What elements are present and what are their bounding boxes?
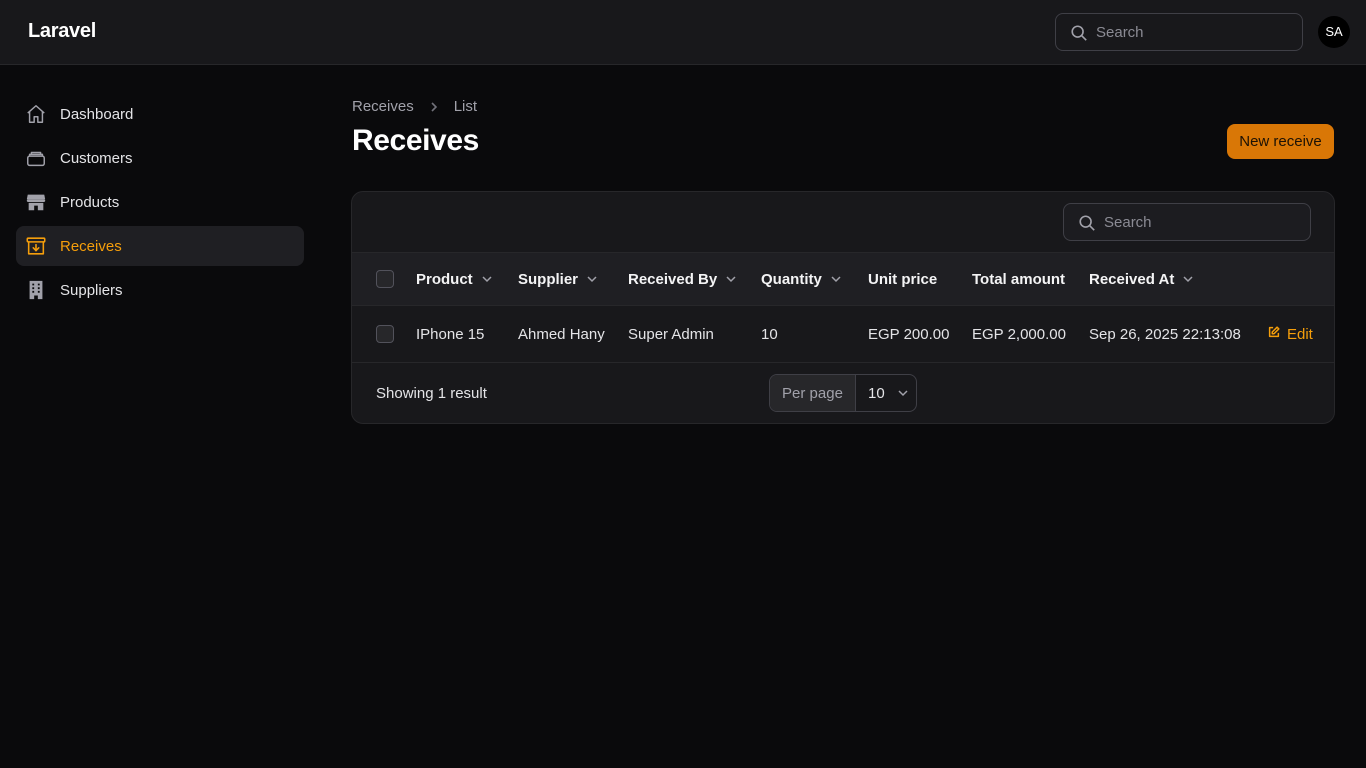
edit-button[interactable]: Edit [1267,325,1313,343]
column-label: Received At [1089,270,1175,288]
storefront-icon [24,190,48,214]
column-header-received-at[interactable]: Received At [1089,253,1194,305]
chevron-down-icon [1182,273,1194,285]
sidebar-item-dashboard[interactable]: Dashboard [16,94,304,134]
row-checkbox[interactable] [376,325,394,343]
sidebar: Dashboard Customers Products Receives Su… [16,94,304,314]
stack-icon [24,146,48,170]
avatar[interactable]: SA [1318,16,1350,48]
column-header-quantity[interactable]: Quantity [761,253,842,305]
sidebar-item-label: Dashboard [60,105,134,123]
page-title: Receives [352,124,479,157]
sidebar-item-label: Products [60,193,120,211]
sidebar-item-products[interactable]: Products [16,182,304,222]
column-label: Quantity [761,270,822,288]
building-icon [24,278,48,302]
column-label: Unit price [868,270,938,288]
per-page-value: 10 [868,384,885,402]
edit-icon [1267,325,1281,343]
select-all-cell [376,253,394,305]
new-receive-button[interactable]: New receive [1227,124,1334,159]
chevron-down-icon [481,273,493,285]
table-toolbar [352,192,1334,253]
cell-received-at: Sep 26, 2025 22:13:08 [1089,325,1241,343]
cell-total-amount: EGP 2,000.00 [972,325,1066,343]
breadcrumb: Receives List [352,98,477,115]
table-search-input[interactable] [1104,204,1294,240]
cell-quantity: 10 [761,325,778,343]
results-count: Showing 1 result [376,384,487,402]
archive-download-icon [24,234,48,258]
cell-supplier: Ahmed Hany [518,325,605,343]
per-page-select[interactable]: 10 [856,375,916,411]
cell-product: IPhone 15 [416,325,485,343]
global-search-input[interactable] [1096,14,1286,50]
column-header-received-by[interactable]: Received By [628,253,737,305]
table-row[interactable]: IPhone 15 Ahmed Hany Super Admin 10 EGP … [352,306,1334,363]
chevron-down-icon [725,273,737,285]
sidebar-item-customers[interactable]: Customers [16,138,304,178]
chevron-down-icon [586,273,598,285]
breadcrumb-current: List [453,98,478,115]
search-icon [1078,214,1096,237]
sidebar-item-label: Suppliers [60,281,123,299]
search-icon [1070,24,1088,47]
home-icon [24,102,48,126]
global-search[interactable] [1055,13,1303,51]
table-header: Product Supplier Received By Quantity Un… [352,253,1334,306]
sidebar-item-suppliers[interactable]: Suppliers [16,270,304,310]
per-page-label: Per page [770,375,856,411]
per-page-control: Per page 10 [769,374,917,412]
sidebar-item-label: Customers [60,149,133,167]
column-header-supplier[interactable]: Supplier [518,253,598,305]
sidebar-item-receives[interactable]: Receives [16,226,304,266]
column-header-product[interactable]: Product [416,253,493,305]
table-search[interactable] [1063,203,1311,241]
column-label: Product [416,270,473,288]
breadcrumb-link-receives[interactable]: Receives [352,98,414,115]
brand-logo[interactable]: Laravel [28,20,96,43]
edit-label: Edit [1287,325,1313,343]
row-actions: Edit [1267,306,1313,362]
sidebar-item-label: Receives [60,237,122,255]
column-label: Total amount [972,270,1066,288]
column-header-unit-price: Unit price [868,253,937,305]
column-label: Supplier [518,270,579,288]
chevron-down-icon [830,273,842,285]
chevron-right-icon [428,101,440,113]
row-select-cell [376,306,394,362]
cell-received-by: Super Admin [628,325,714,343]
cell-unit-price: EGP 200.00 [868,325,950,343]
table-footer: Showing 1 result Per page 10 [352,363,1334,423]
column-label: Received By [628,270,718,288]
column-header-total-amount: Total amount [972,253,1065,305]
receives-table-card: Product Supplier Received By Quantity Un… [351,191,1335,424]
top-bar: Laravel SA [0,0,1366,65]
select-all-checkbox[interactable] [376,270,394,288]
chevron-down-icon [897,387,909,399]
